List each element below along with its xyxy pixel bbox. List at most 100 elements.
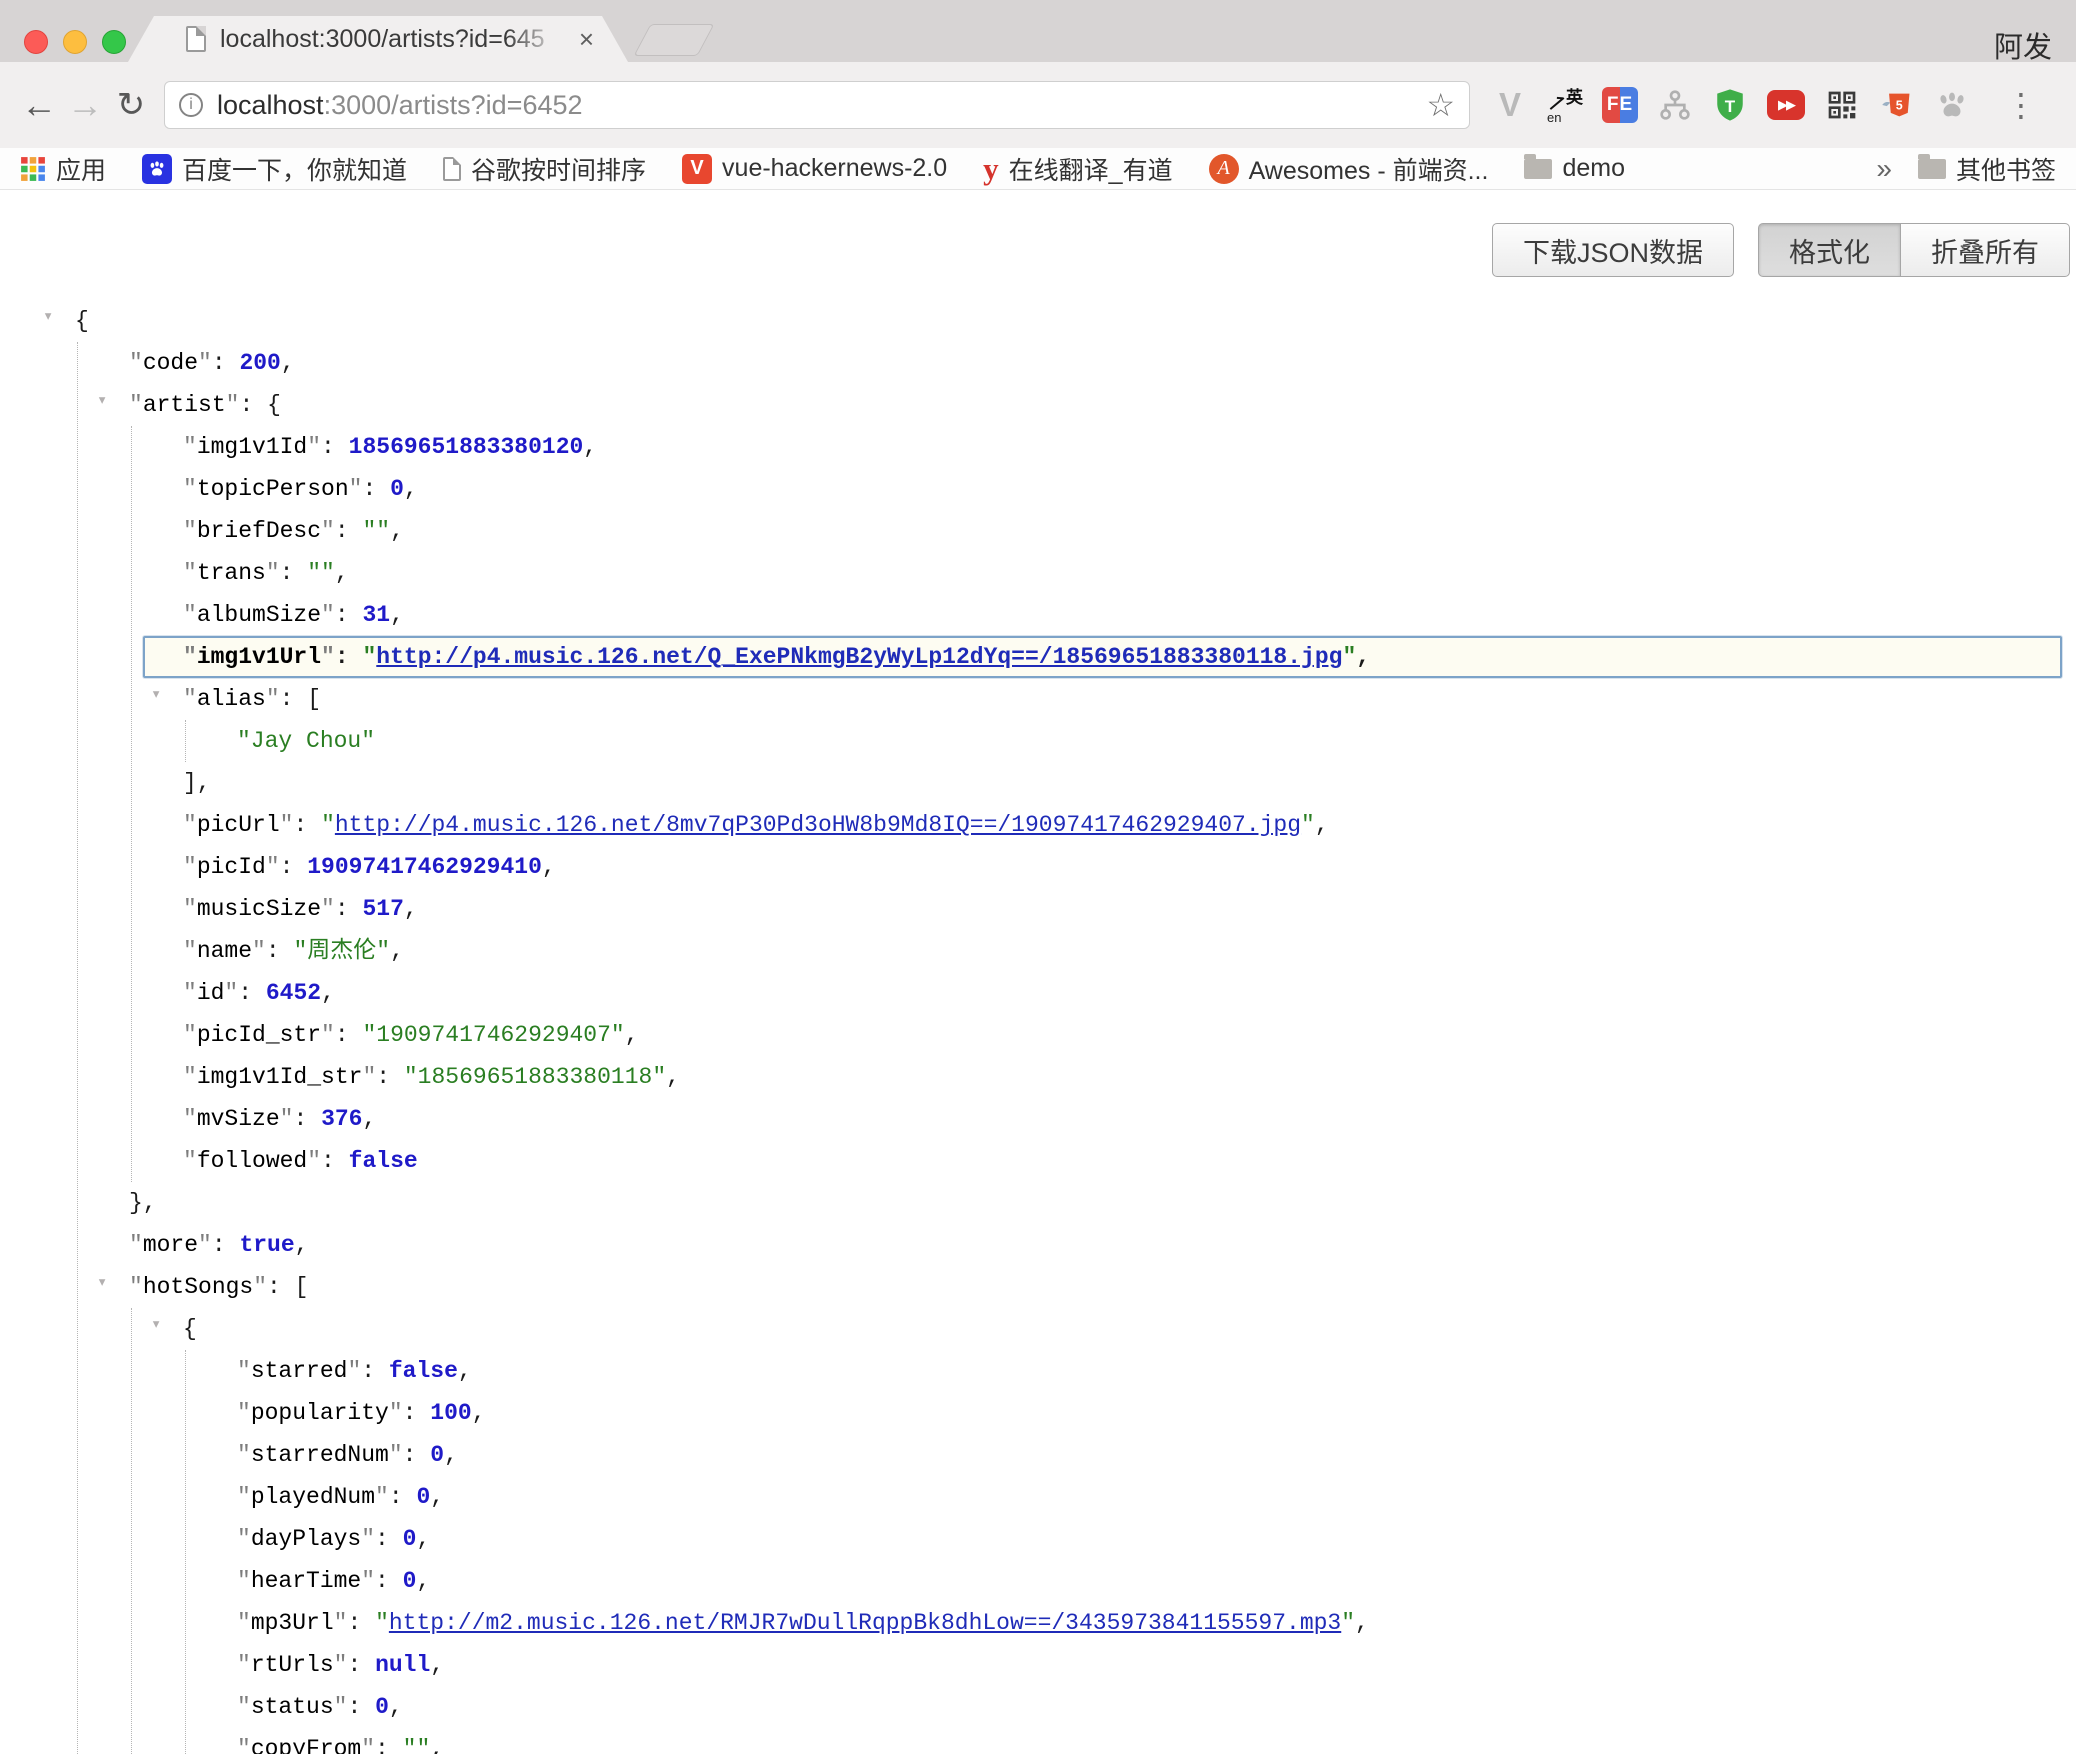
json-punctuation: : <box>375 1568 403 1594</box>
json-punctuation: [ <box>295 1274 309 1300</box>
json-line: "briefDesc": "", <box>0 510 2076 552</box>
bookmark-star-icon[interactable]: ☆ <box>1426 86 1455 124</box>
qr-code-icon[interactable] <box>1824 87 1860 123</box>
baidu-paw-icon <box>142 154 172 184</box>
json-url-link[interactable]: http://p4.music.126.net/8mv7qP30Pd3oHW8b… <box>335 812 1301 838</box>
window-controls <box>24 30 126 54</box>
json-line: ▾"alias": [ <box>0 678 2076 720</box>
json-quote: " <box>266 686 280 712</box>
translate-icon[interactable]: 英 en ⇀ <box>1547 87 1583 123</box>
json-quote: " <box>129 392 143 418</box>
collapse-toggle-icon[interactable]: ▾ <box>97 1263 107 1305</box>
json-line: "copyFrom": "", <box>0 1728 2076 1754</box>
json-punctuation: : <box>403 1442 431 1468</box>
page-icon <box>186 26 206 52</box>
json-quote: " <box>237 1400 251 1426</box>
url-path: :3000/artists?id=6452 <box>324 90 583 120</box>
json-punctuation: : <box>238 980 266 1006</box>
forward-icon[interactable]: → <box>62 84 108 126</box>
json-quote: " <box>361 1526 375 1552</box>
collapse-toggle-icon[interactable]: ▾ <box>151 1305 161 1347</box>
tampermonkey-icon[interactable]: T <box>1712 87 1748 123</box>
video-speed-icon[interactable]: ▶▶ <box>1767 90 1805 120</box>
tab-title: localhost:3000/artists?id=645 <box>220 25 569 54</box>
json-punctuation: : <box>280 686 308 712</box>
minimize-window-button[interactable] <box>63 30 87 54</box>
bookmark-youdao[interactable]: y 在线翻译_有道 <box>983 151 1172 187</box>
site-info-icon[interactable]: i <box>179 93 203 117</box>
json-quote: " <box>183 854 197 880</box>
tab-close-icon[interactable]: × <box>579 26 594 52</box>
json-punctuation: , <box>430 1484 444 1510</box>
json-number: 19097417462929410 <box>307 854 542 880</box>
json-key: albumSize <box>197 602 321 628</box>
json-quote: " <box>362 1064 376 1090</box>
json-quote: " <box>1341 1610 1355 1636</box>
json-quote: " <box>183 476 197 502</box>
json-punctuation: , <box>1315 812 1329 838</box>
url-text[interactable]: localhost:3000/artists?id=6452 <box>217 90 1426 121</box>
json-punctuation: , <box>416 1568 430 1594</box>
address-bar[interactable]: i localhost:3000/artists?id=6452 ☆ <box>164 81 1470 129</box>
html5-icon[interactable]: 5 <box>1879 87 1915 123</box>
json-key: followed <box>197 1148 307 1174</box>
reload-icon[interactable]: ↻ <box>108 85 154 125</box>
json-line: "trans": "", <box>0 552 2076 594</box>
json-key: img1v1Id <box>197 434 307 460</box>
json-punctuation: : <box>321 434 349 460</box>
json-url-link[interactable]: http://p4.music.126.net/Q_ExePNkmgB2yWyL… <box>376 644 1342 670</box>
json-line: ], <box>0 762 2076 804</box>
chrome-menu-icon[interactable]: ⋮ <box>2005 86 2037 124</box>
json-key: img1v1Url <box>197 644 321 670</box>
json-quote: " <box>307 1148 321 1174</box>
collapse-toggle-icon[interactable]: ▾ <box>151 675 161 717</box>
bookmark-awesomes[interactable]: A Awesomes - 前端资... <box>1209 151 1489 187</box>
json-quote: " <box>307 434 321 460</box>
json-number: null <box>375 1652 430 1678</box>
other-bookmarks-folder[interactable]: 其他书签 <box>1918 151 2056 187</box>
profile-name[interactable]: 阿发 <box>1994 24 2052 66</box>
bookmark-demo-folder[interactable]: demo <box>1524 154 1625 183</box>
json-quote: " <box>375 1610 389 1636</box>
json-punctuation: : <box>280 854 308 880</box>
json-punctuation: , <box>390 602 404 628</box>
json-line: "dayPlays": 0, <box>0 1518 2076 1560</box>
json-key: popularity <box>251 1400 389 1426</box>
paw-icon[interactable] <box>1934 87 1970 123</box>
bookmark-baidu[interactable]: 百度一下，你就知道 <box>142 151 407 187</box>
json-punctuation: , <box>666 1064 680 1090</box>
json-key: hearTime <box>251 1568 361 1594</box>
json-key: trans <box>197 560 266 586</box>
collapse-toggle-icon[interactable]: ▾ <box>43 297 53 339</box>
new-tab-button[interactable] <box>633 24 714 56</box>
bookmark-google-sort[interactable]: 谷歌按时间排序 <box>443 151 646 187</box>
json-number: 0 <box>403 1526 417 1552</box>
close-window-button[interactable] <box>24 30 48 54</box>
json-punctuation: : <box>267 1274 295 1300</box>
bookmarks-overflow-icon[interactable]: » <box>1876 153 1892 185</box>
json-quote: " <box>237 1442 251 1468</box>
json-string: "周杰伦" <box>293 938 390 964</box>
json-line: ▾"hotSongs": [ <box>0 1266 2076 1308</box>
browser-tab[interactable]: localhost:3000/artists?id=645 × <box>128 16 628 62</box>
json-punctuation: , <box>1356 644 1370 670</box>
json-quote: " <box>321 896 335 922</box>
json-number: 18569651883380120 <box>349 434 584 460</box>
zoom-window-button[interactable] <box>102 30 126 54</box>
bookmark-vue-hackernews[interactable]: V vue-hackernews-2.0 <box>682 154 947 184</box>
json-url-link[interactable]: http://m2.music.126.net/RMJR7wDullRqppBk… <box>389 1610 1341 1636</box>
sitemap-icon[interactable] <box>1657 87 1693 123</box>
json-quote: " <box>237 1526 251 1552</box>
vue-devtools-icon[interactable]: V <box>1492 87 1528 123</box>
json-quote: " <box>389 1442 403 1468</box>
collapse-toggle-icon[interactable]: ▾ <box>97 381 107 423</box>
back-icon[interactable]: ← <box>16 84 62 126</box>
json-punctuation: , <box>390 518 404 544</box>
json-quote: " <box>237 1610 251 1636</box>
json-quote: " <box>1342 644 1356 670</box>
json-quote: " <box>237 1568 251 1594</box>
bookmark-apps[interactable]: 应用 <box>20 151 106 187</box>
json-key: rtUrls <box>251 1652 334 1678</box>
fe-extension-icon[interactable]: FE <box>1602 87 1638 123</box>
json-quote: " <box>252 938 266 964</box>
